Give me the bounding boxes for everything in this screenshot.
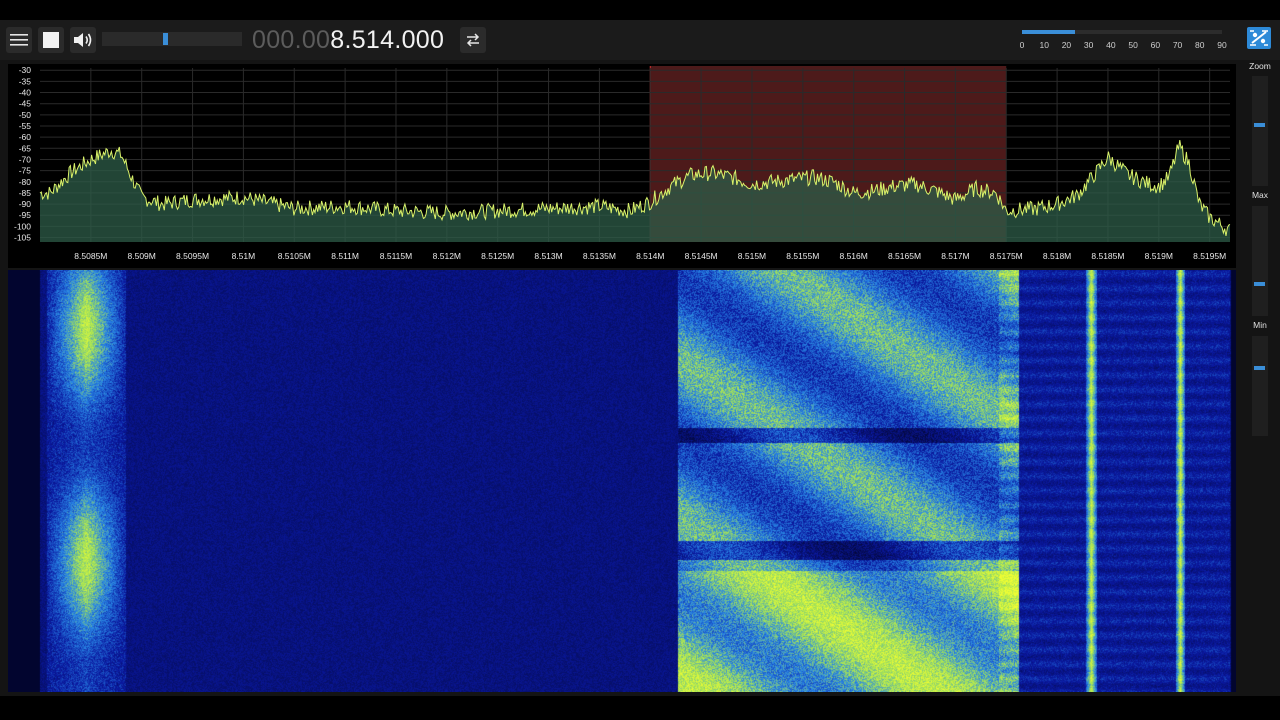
sdr-receiver-app: 000.008.514.000 0 10 20 30 40 50 60 70 80 90 -30-… [0, 0, 1280, 720]
x-axis-tick-label: 8.5175M [990, 251, 1023, 261]
volume-slider-thumb[interactable] [163, 33, 168, 45]
speaker-volume-icon [73, 32, 93, 48]
signal-level-fill [1022, 30, 1076, 34]
x-axis-tick-label: 8.51M [232, 251, 256, 261]
frequency-leading-digits: 000.00 [252, 26, 331, 54]
signal-scale-tick: 60 [1150, 40, 1161, 50]
max-slider[interactable] [1252, 206, 1268, 316]
hamburger-menu-icon [10, 33, 28, 47]
waterfall-display[interactable] [8, 270, 1236, 692]
y-axis-tick-label: -75 [19, 166, 32, 176]
y-axis-tick-label: -45 [19, 99, 32, 109]
x-axis-tick-label: 8.516M [839, 251, 867, 261]
x-axis-tick-label: 8.514M [636, 251, 664, 261]
y-axis-tick-label: -85 [19, 188, 32, 198]
x-axis-tick-label: 8.5155M [786, 251, 819, 261]
y-axis-tick-label: -55 [19, 121, 32, 131]
mute-button[interactable] [70, 27, 96, 53]
x-axis-tick-label: 8.509M [128, 251, 156, 261]
x-axis-tick-label: 8.5105M [278, 251, 311, 261]
signal-scale-tick: 20 [1061, 40, 1072, 50]
y-axis-tick-label: -70 [19, 154, 32, 164]
swap-button[interactable] [460, 27, 486, 53]
signal-scale-tick: 50 [1128, 40, 1138, 50]
spectrum-plot[interactable]: -30 -35 -40 -45 -50 -55 -60 -65 -70 -75 -80 -85 -90-… [8, 64, 1236, 268]
x-axis-tick-label: 8.5145M [685, 251, 718, 261]
menu-button[interactable] [6, 27, 32, 53]
y-axis-tick-label: -65 [19, 143, 32, 153]
x-axis-tick-label: 8.515M [738, 251, 766, 261]
zoom-label: Zoom [1249, 61, 1271, 71]
y-axis-tick-label: -100 [14, 221, 31, 231]
x-axis-tick-label: 8.518M [1043, 251, 1071, 261]
min-slider-thumb[interactable] [1254, 366, 1265, 370]
settings-button[interactable] [1247, 27, 1271, 49]
signal-scale-tick: 90 [1217, 40, 1227, 50]
right-control-panel: Zoom Max Min [1240, 60, 1280, 440]
x-axis-tick-label: 8.5165M [888, 251, 921, 261]
signal-scale-tick: 30 [1083, 40, 1094, 50]
max-label: Max [1251, 190, 1269, 200]
volume-slider[interactable] [102, 32, 242, 46]
signal-scale-tick: 0 [1019, 40, 1025, 50]
y-axis-tick-label: -95 [19, 210, 32, 220]
x-axis-tick-label: 8.5115M [380, 251, 412, 261]
min-label: Min [1253, 320, 1267, 330]
spectrum-fill-area [40, 140, 1230, 242]
signal-scale-tick: 80 [1195, 40, 1205, 50]
y-axis-tick-label: -90 [19, 199, 32, 209]
x-axis-tick-label: 8.5135M [583, 251, 616, 261]
frequency-value: 8.514.000 [330, 26, 445, 54]
x-axis-tick-label: 8.513M [534, 251, 562, 261]
swap-arrows-icon [465, 33, 481, 47]
x-axis-tick-label: 8.517M [941, 251, 969, 261]
spectrum-chart: -30-35-40-45-50-55-60-65-70-75-80-85-90-… [14, 65, 1231, 261]
zoom-slider-thumb[interactable] [1254, 122, 1265, 127]
y-axis-tick-label: -105 [14, 233, 31, 243]
x-axis-tick-label: 8.5185M [1091, 251, 1124, 261]
y-axis-tick-label: -50 [19, 110, 32, 120]
x-axis-tick-label: 8.512M [433, 251, 461, 261]
x-axis-tick-label: 8.511M [331, 251, 359, 261]
signal-scale-tick: 70 [1172, 40, 1183, 50]
frequency-display[interactable]: 000.008.514.000 [252, 25, 444, 55]
stop-square-icon [43, 32, 59, 48]
max-slider-thumb[interactable] [1254, 281, 1265, 286]
y-axis-tick-label: -40 [19, 88, 32, 98]
y-axis-tick-label: -30 [19, 65, 32, 75]
min-slider[interactable] [1252, 336, 1268, 436]
y-axis-tick-label: -35 [19, 76, 32, 86]
signal-scale-tick: 40 [1106, 40, 1116, 50]
x-axis-tick-label: 8.5095M [176, 251, 209, 261]
stop-button[interactable] [38, 27, 64, 53]
signal-level-meter: 0 10 20 30 40 50 60 70 80 90 [1018, 28, 1228, 52]
x-axis-tick-label: 8.5195M [1193, 251, 1226, 261]
zoom-slider[interactable] [1252, 76, 1268, 186]
waterfall-canvas [8, 270, 1236, 692]
y-axis-tick-label: -80 [19, 177, 32, 187]
x-axis-tick-label: 8.5125M [481, 251, 514, 261]
signal-scale-tick: 10 [1039, 40, 1049, 50]
settings-tune-icon [1247, 30, 1271, 53]
x-axis-tick-label: 8.5085M [74, 251, 107, 261]
x-axis-tick-label: 8.519M [1145, 251, 1173, 261]
y-axis-tick-label: -60 [19, 132, 32, 142]
